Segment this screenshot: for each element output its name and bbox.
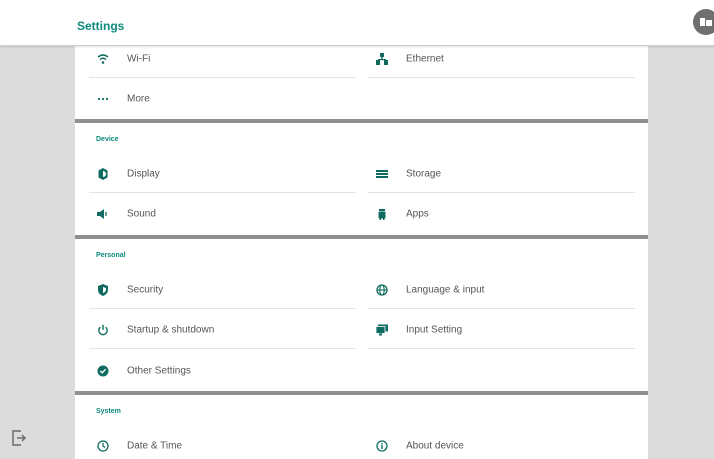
exit-icon[interactable] xyxy=(12,430,26,446)
wifi-icon xyxy=(97,53,109,65)
power-icon xyxy=(97,324,109,336)
shield-icon xyxy=(97,284,109,296)
apps-label: Apps xyxy=(406,208,429,220)
language-item[interactable]: Language & input xyxy=(368,271,635,309)
more-item[interactable]: More xyxy=(89,80,356,118)
apps-item[interactable]: Apps xyxy=(368,195,635,233)
other-settings-item[interactable]: Other Settings xyxy=(89,352,356,390)
sound-label: Sound xyxy=(127,208,156,220)
security-item[interactable]: Security xyxy=(89,271,356,309)
check-circle-icon xyxy=(97,365,109,377)
about-device-item[interactable]: About device xyxy=(368,427,635,459)
display-label: Display xyxy=(127,168,160,180)
about-device-label: About device xyxy=(406,440,464,452)
storage-label: Storage xyxy=(406,168,442,180)
input-setting-item[interactable]: Input Setting xyxy=(368,311,635,349)
date-time-item[interactable]: Date & Time xyxy=(89,427,356,459)
clock-icon xyxy=(97,440,109,452)
other-settings-label: Other Settings xyxy=(127,365,191,377)
wifi-label: Wi-Fi xyxy=(127,53,151,65)
sound-item[interactable]: Sound xyxy=(89,195,356,233)
more-label: More xyxy=(127,93,150,105)
monitor-icon xyxy=(376,324,388,336)
section-title-device: Device xyxy=(96,136,119,143)
brightness-icon xyxy=(97,168,109,180)
more-icon xyxy=(97,93,109,105)
display-item[interactable]: Display xyxy=(89,155,356,193)
language-label: Language & input xyxy=(406,284,485,296)
page-title: Settings xyxy=(77,19,125,33)
startup-item[interactable]: Startup & shutdown xyxy=(89,311,356,349)
app-header: Settings xyxy=(0,0,714,46)
window-icon[interactable] xyxy=(693,9,714,35)
volume-icon xyxy=(97,208,109,220)
globe-icon xyxy=(376,284,388,296)
date-time-label: Date & Time xyxy=(127,440,183,452)
section-title-personal: Personal xyxy=(96,252,126,259)
input-setting-label: Input Setting xyxy=(406,324,463,336)
startup-label: Startup & shutdown xyxy=(127,324,215,336)
storage-icon xyxy=(376,168,388,180)
ethernet-label: Ethernet xyxy=(406,53,444,65)
security-label: Security xyxy=(127,284,164,296)
storage-item[interactable]: Storage xyxy=(368,155,635,193)
info-icon xyxy=(376,440,388,452)
ethernet-icon xyxy=(376,53,388,65)
section-title-system: System xyxy=(96,408,121,415)
android-icon xyxy=(376,208,388,220)
